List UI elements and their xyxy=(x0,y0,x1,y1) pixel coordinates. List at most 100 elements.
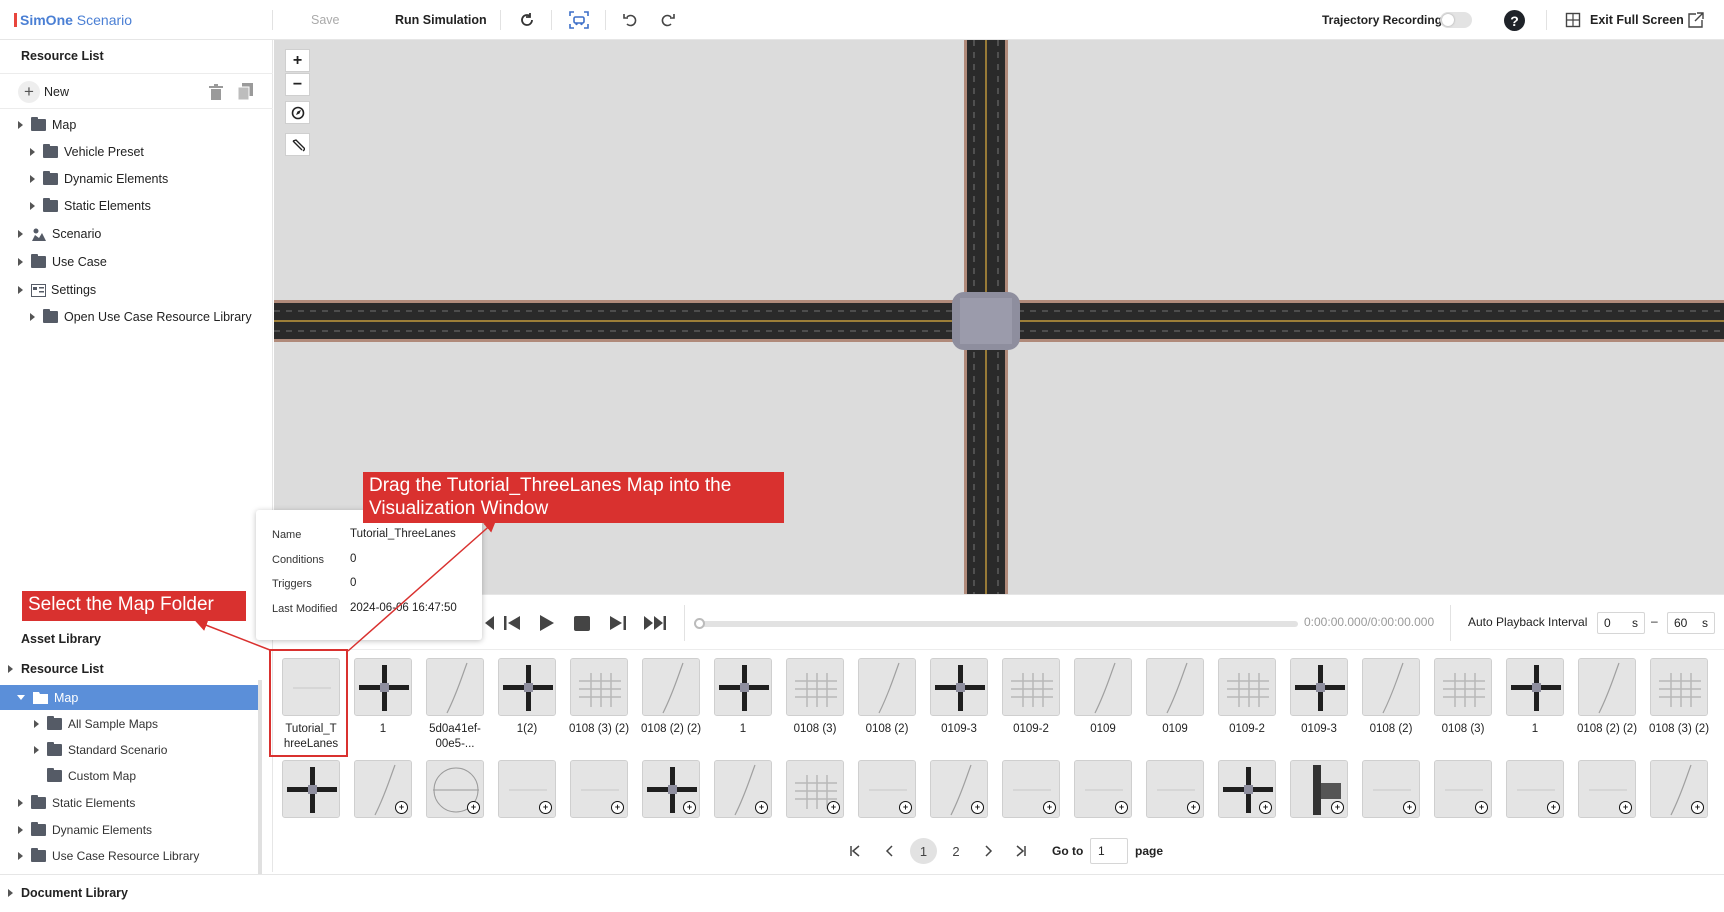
map-thumbnail[interactable] xyxy=(1434,658,1492,716)
add-icon[interactable]: + xyxy=(1259,801,1272,814)
map-thumbnail[interactable]: + xyxy=(1146,760,1204,818)
goto-page-input[interactable]: 1 xyxy=(1090,838,1128,864)
interval-from-input[interactable]: 0 s xyxy=(1597,612,1645,634)
map-thumbnail[interactable]: + xyxy=(1218,760,1276,818)
map-thumbnail[interactable] xyxy=(858,658,916,716)
tree-item-open-use-case-library[interactable]: Open Use Case Resource Library xyxy=(0,304,252,330)
asset-tree-resource-list[interactable]: Resource List xyxy=(0,656,104,682)
add-icon[interactable]: + xyxy=(395,801,408,814)
asset-tree-custom-map[interactable]: Custom Map xyxy=(0,763,136,789)
delete-icon[interactable] xyxy=(209,84,223,100)
map-thumbnail[interactable]: + xyxy=(1578,760,1636,818)
copy-icon[interactable] xyxy=(237,83,253,101)
map-thumbnail[interactable] xyxy=(1506,658,1564,716)
map-thumbnail[interactable]: + xyxy=(1362,760,1420,818)
add-icon[interactable]: + xyxy=(1547,801,1560,814)
add-icon[interactable]: + xyxy=(755,801,768,814)
map-thumbnail[interactable] xyxy=(1002,658,1060,716)
map-thumbnail[interactable] xyxy=(1146,658,1204,716)
tree-item-use-case[interactable]: Use Case xyxy=(0,249,107,275)
trajectory-toggle[interactable] xyxy=(1440,12,1472,28)
map-thumbnail[interactable] xyxy=(930,658,988,716)
asset-tree-all-sample-maps[interactable]: All Sample Maps xyxy=(0,711,158,737)
document-library[interactable]: Document Library xyxy=(0,880,128,906)
map-thumbnail[interactable]: + xyxy=(642,760,700,818)
add-icon[interactable]: + xyxy=(467,801,480,814)
play-icon[interactable] xyxy=(539,614,555,632)
zoom-out-button[interactable]: − xyxy=(285,73,310,96)
map-thumbnail[interactable] xyxy=(1074,658,1132,716)
asset-tree-map-selected[interactable]: Map xyxy=(0,685,258,710)
map-thumbnail[interactable] xyxy=(1218,658,1276,716)
page-2-button[interactable]: 2 xyxy=(946,838,966,864)
asset-tree-static-elements[interactable]: Static Elements xyxy=(0,790,135,816)
add-icon[interactable]: + xyxy=(1691,801,1704,814)
add-icon[interactable]: + xyxy=(1331,801,1344,814)
map-thumbnail[interactable] xyxy=(570,658,628,716)
map-thumbnail[interactable]: + xyxy=(570,760,628,818)
asset-scrollbar[interactable] xyxy=(258,680,262,875)
map-thumbnail[interactable]: + xyxy=(714,760,772,818)
asset-tree-use-case-resource-library[interactable]: Use Case Resource Library xyxy=(0,843,199,869)
tree-item-dynamic-elements[interactable]: Dynamic Elements xyxy=(0,166,168,192)
map-thumbnail[interactable] xyxy=(498,658,556,716)
asset-tree-dynamic-elements[interactable]: Dynamic Elements xyxy=(0,817,152,843)
add-icon[interactable]: + xyxy=(539,801,552,814)
add-icon[interactable]: + xyxy=(611,801,624,814)
map-thumbnail[interactable] xyxy=(354,658,412,716)
map-thumbnail[interactable]: + xyxy=(1074,760,1132,818)
add-icon[interactable]: + xyxy=(899,801,912,814)
map-thumbnail[interactable]: + xyxy=(498,760,556,818)
add-icon[interactable]: + xyxy=(1403,801,1416,814)
interval-to-input[interactable]: 60 s xyxy=(1667,612,1715,634)
next-page-icon[interactable] xyxy=(979,838,999,864)
map-thumbnail[interactable] xyxy=(714,658,772,716)
map-thumbnail[interactable]: + xyxy=(1434,760,1492,818)
compass-icon[interactable] xyxy=(285,101,310,124)
refresh-icon[interactable] xyxy=(516,0,538,40)
asset-tree-standard-scenario[interactable]: Standard Scenario xyxy=(0,737,167,763)
help-icon[interactable]: ? xyxy=(1504,10,1525,31)
zoom-in-button[interactable]: + xyxy=(285,49,310,72)
prev-page-icon[interactable] xyxy=(879,838,899,864)
fullscreen-icon[interactable] xyxy=(1564,0,1582,40)
stop-icon[interactable] xyxy=(574,616,590,631)
add-icon[interactable]: + xyxy=(683,801,696,814)
first-page-icon[interactable] xyxy=(845,838,865,864)
redo-icon[interactable] xyxy=(657,0,677,40)
add-icon[interactable]: + xyxy=(1115,801,1128,814)
undo-icon[interactable] xyxy=(621,0,641,40)
tree-item-vehicle-preset[interactable]: Vehicle Preset xyxy=(0,139,144,165)
map-thumbnail[interactable]: + xyxy=(786,760,844,818)
map-thumbnail[interactable] xyxy=(282,658,340,716)
tree-item-map[interactable]: Map xyxy=(0,112,76,138)
map-thumbnail[interactable]: + xyxy=(858,760,916,818)
map-thumbnail[interactable]: + xyxy=(930,760,988,818)
skip-start-icon[interactable] xyxy=(482,615,494,631)
timeline-slider[interactable] xyxy=(694,618,1298,629)
tree-item-settings[interactable]: Settings xyxy=(0,277,96,303)
new-button[interactable]: New xyxy=(44,85,69,99)
map-thumbnail[interactable] xyxy=(1362,658,1420,716)
map-thumbnail[interactable]: + xyxy=(1002,760,1060,818)
add-icon[interactable]: + xyxy=(1475,801,1488,814)
add-icon[interactable]: + xyxy=(827,801,840,814)
add-icon[interactable]: + xyxy=(1043,801,1056,814)
add-icon[interactable]: + xyxy=(971,801,984,814)
map-thumbnail[interactable]: + xyxy=(1506,760,1564,818)
page-1-button[interactable]: 1 xyxy=(910,838,937,864)
next-frame-icon[interactable] xyxy=(608,615,628,631)
map-thumbnail[interactable] xyxy=(426,658,484,716)
map-thumbnail[interactable]: + xyxy=(426,760,484,818)
map-thumbnail[interactable]: + xyxy=(1290,760,1348,818)
map-thumbnail[interactable]: + xyxy=(354,760,412,818)
measure-icon[interactable] xyxy=(285,133,310,156)
map-thumbnail[interactable] xyxy=(1578,658,1636,716)
external-icon[interactable] xyxy=(1686,0,1704,40)
previous-frame-icon[interactable] xyxy=(502,615,522,631)
exit-full-screen-button[interactable]: Exit Full Screen xyxy=(1590,0,1684,40)
save-button[interactable]: Save xyxy=(311,0,340,40)
map-thumbnail[interactable] xyxy=(642,658,700,716)
add-icon[interactable]: + xyxy=(1187,801,1200,814)
plus-icon[interactable]: + xyxy=(18,81,40,103)
